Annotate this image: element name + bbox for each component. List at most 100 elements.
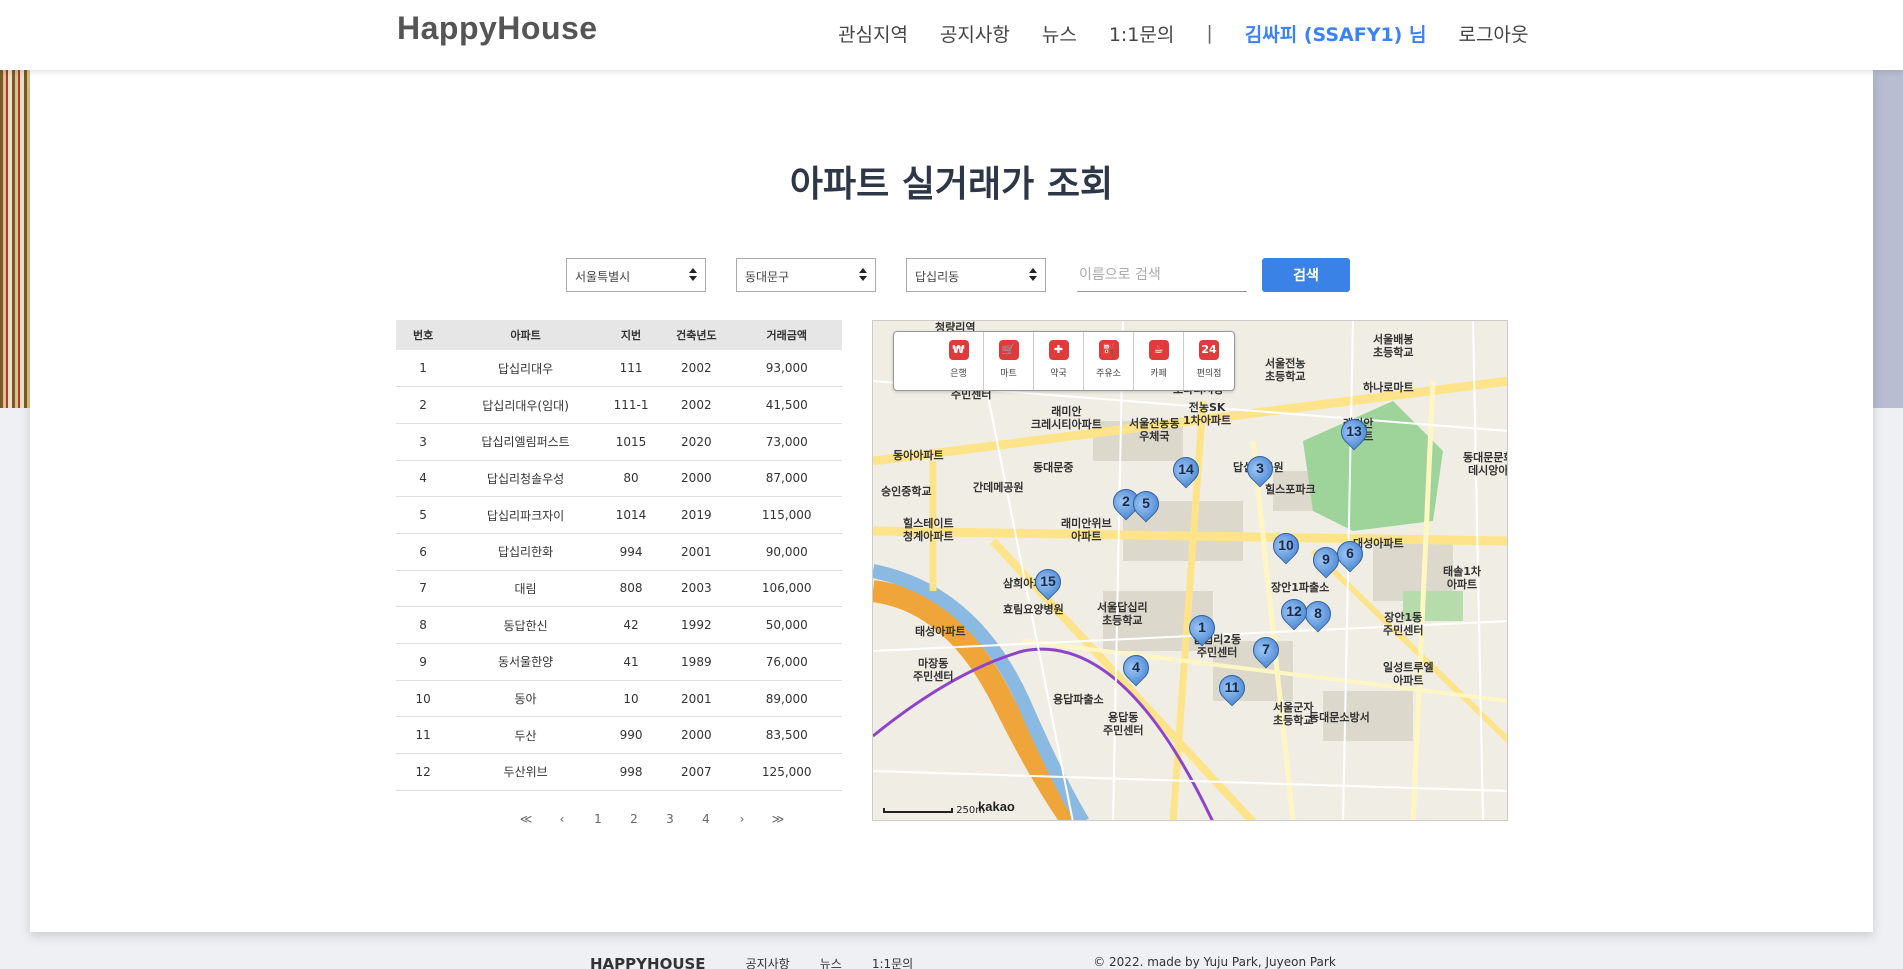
category-cafe[interactable]: ☕ 카페 [1134, 332, 1184, 390]
table-cell: 동아 [450, 680, 601, 718]
col-header-apartment: 아파트 [450, 320, 601, 350]
category-convenience-store[interactable]: 24 편의점 [1184, 332, 1234, 390]
table-row[interactable]: 4 답십리청솔우성 80 2000 87,000 [396, 460, 842, 498]
table-cell: 3 [396, 423, 451, 461]
marker-number: 1 [1198, 619, 1206, 635]
logo[interactable]: HappyHouse [397, 10, 598, 47]
page-link[interactable]: 3 [652, 812, 688, 826]
table-cell: 7 [396, 570, 451, 608]
nav-interest-area[interactable]: 관심지역 [838, 20, 908, 47]
page-link[interactable]: 4 [688, 812, 724, 826]
table-cell: 10 [600, 680, 662, 718]
category-label: 마트 [1000, 369, 1017, 379]
scale-bar [883, 807, 953, 813]
table-cell: 8 [396, 606, 451, 644]
table-cell: 111 [600, 350, 662, 388]
map-place-label: 서울전농동 우체국 [1129, 417, 1180, 443]
table-cell: 동서울한양 [450, 643, 601, 681]
table-row[interactable]: 10 동아 10 2001 89,000 [396, 680, 842, 718]
map-place-label: 전농SK 1차아파트 [1183, 401, 1232, 427]
apartment-map-marker[interactable]: 15 [1029, 563, 1067, 607]
apartment-map-marker[interactable]: 10 [1267, 527, 1305, 571]
apartment-map-marker[interactable]: 12 [1275, 593, 1313, 637]
col-header-number: 번호 [396, 320, 451, 350]
nav-notice[interactable]: 공지사항 [940, 20, 1010, 47]
top-navbar: HappyHouse 관심지역 공지사항 뉴스 1:1문의 | 김싸피 (SSA… [0, 0, 1903, 70]
city-select[interactable]: 서울특별시 [566, 258, 706, 292]
table-cell: 2001 [661, 533, 732, 571]
table-row[interactable]: 3 답십리엘림퍼스트 1015 2020 73,000 [396, 423, 842, 461]
table-cell: 2002 [661, 350, 732, 388]
map-place-label: 태솔1차 아파트 [1443, 565, 1482, 591]
dong-select[interactable]: 답십리동 [906, 258, 1046, 292]
nav-news[interactable]: 뉴스 [1042, 20, 1077, 47]
map-place-label: 용답동 주민센터 [1103, 711, 1144, 737]
table-cell: 73,000 [731, 423, 842, 461]
map-place-label: 래미안 크레시티아파트 [1031, 405, 1102, 431]
table-cell: 답십리파크자이 [450, 496, 601, 534]
nav-separator: | [1206, 22, 1213, 44]
table-row[interactable]: 11 두산 990 2000 83,500 [396, 716, 842, 755]
table-body: 1 답십리대우 111 2002 93,000 2 답십리대우(임대) 111-1 2002 41… [396, 350, 842, 791]
district-select-value: 동대문구 [745, 270, 790, 284]
footer-link-notice[interactable]: 공지사항 [746, 955, 790, 969]
apartment-map-marker[interactable]: 7 [1247, 631, 1285, 675]
pharmacy-icon: ✚ [1048, 340, 1069, 360]
page-link[interactable]: 1 [580, 812, 616, 826]
footer-link-news[interactable]: 뉴스 [820, 955, 842, 969]
district-select[interactable]: 동대문구 [736, 258, 876, 292]
page-link[interactable]: ≫ [760, 812, 796, 826]
apartment-map-marker[interactable]: 3 [1241, 450, 1279, 494]
table-cell: 5 [396, 496, 451, 534]
table-cell: 답십리대우(임대) [450, 386, 601, 424]
map-place-label: 용답파출소 [1053, 693, 1104, 706]
apartment-map-marker[interactable]: 6 [1331, 535, 1369, 579]
table-row[interactable]: 5 답십리파크자이 1014 2019 115,000 [396, 496, 842, 534]
map-place-label: 장안1동 주민센터 [1383, 611, 1424, 637]
table-row[interactable]: 8 동답한신 42 1992 50,000 [396, 606, 842, 644]
table-row[interactable]: 9 동서울한양 41 1989 76,000 [396, 643, 842, 681]
category-mart[interactable]: 🛒 마트 [984, 332, 1034, 390]
table-cell: 89,000 [731, 680, 842, 718]
table-header-row: 번호 아파트 지번 건축년도 거래금액 [396, 320, 842, 350]
apartment-name-search-input[interactable] [1077, 258, 1247, 292]
table-row[interactable]: 7 대림 808 2003 106,000 [396, 570, 842, 608]
logout-link[interactable]: 로그아웃 [1458, 20, 1528, 47]
table-cell: 106,000 [731, 570, 842, 608]
apartment-map-marker[interactable]: 8 [1299, 595, 1337, 639]
table-row[interactable]: 1 답십리대우 111 2002 93,000 [396, 350, 842, 388]
page-link[interactable]: ≪ [508, 812, 544, 826]
category-gas-station[interactable]: ⛽ 주유소 [1084, 332, 1134, 390]
page-link[interactable]: 2 [616, 812, 652, 826]
map-view[interactable]: 청량리역전농1동 주민센터래미안 크레시티아파트서울전농동 우체국전농SK 1차… [872, 320, 1508, 821]
search-button[interactable]: 검색 [1262, 258, 1350, 292]
table-cell: 11 [396, 716, 451, 755]
table-row[interactable]: 6 답십리한화 994 2001 90,000 [396, 533, 842, 571]
apartment-map-marker[interactable]: 1 [1183, 609, 1221, 653]
user-name-link[interactable]: 김싸피 (SSAFY1) 님 [1245, 20, 1427, 47]
category-pharmacy[interactable]: ✚ 약국 [1034, 332, 1084, 390]
apartment-map-marker[interactable]: 11 [1213, 669, 1251, 713]
table-cell: 2002 [661, 386, 732, 424]
table-cell: 1989 [661, 643, 732, 681]
apartment-map-marker[interactable]: 14 [1167, 451, 1205, 495]
apartment-map-marker[interactable]: 13 [1335, 413, 1373, 457]
category-bank[interactable]: ₩ 은행 [934, 332, 984, 390]
page-link[interactable]: › [724, 812, 760, 826]
table-cell: 답십리엘림퍼스트 [450, 423, 601, 461]
nav-qna[interactable]: 1:1문의 [1109, 20, 1175, 47]
table-row[interactable]: 2 답십리대우(임대) 111-1 2002 41,500 [396, 386, 842, 424]
map-place-label: 서울전농 초등학교 [1265, 357, 1306, 383]
table-cell: 2007 [661, 753, 732, 791]
category-label: 약국 [1050, 369, 1067, 379]
table-row[interactable]: 12 두산위브 998 2007 125,000 [396, 753, 842, 791]
apartment-map-marker[interactable]: 4 [1117, 649, 1155, 693]
bank-icon: ₩ [948, 340, 969, 360]
footer-link-qna[interactable]: 1:1문의 [872, 955, 913, 969]
apartment-map-marker[interactable]: 9 [1307, 541, 1345, 585]
background-image-left [0, 70, 30, 408]
page-link[interactable]: ‹ [544, 812, 580, 826]
table-cell: 4 [396, 460, 451, 498]
apartment-map-marker[interactable]: 5 [1127, 485, 1165, 529]
table-cell: 83,500 [731, 716, 842, 755]
